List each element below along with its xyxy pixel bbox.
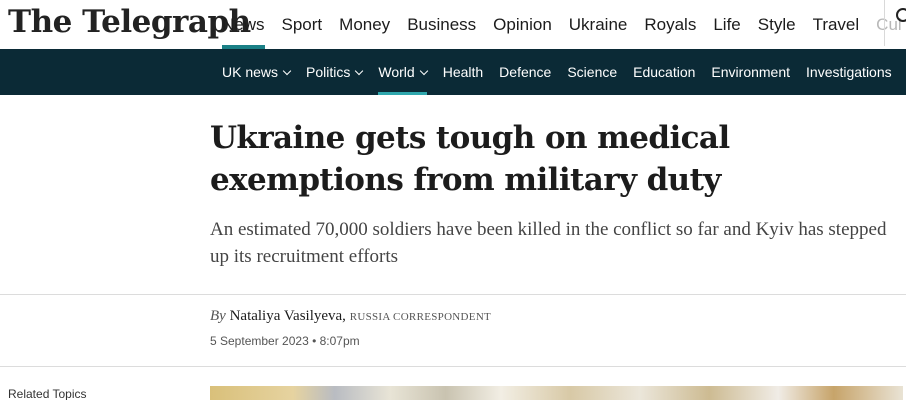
nav-royals[interactable]: Royals xyxy=(644,0,696,49)
nav-culture[interactable]: Cul xyxy=(876,0,902,49)
nav-ukraine[interactable]: Ukraine xyxy=(569,0,628,49)
nav-life[interactable]: Life xyxy=(713,0,740,49)
nav-opinion[interactable]: Opinion xyxy=(493,0,552,49)
nav-travel[interactable]: Travel xyxy=(813,0,860,49)
nav-sport[interactable]: Sport xyxy=(282,0,323,49)
chevron-down-icon xyxy=(355,66,364,76)
telegraph-logo[interactable]: The Telegraph xyxy=(8,4,251,40)
nav-business[interactable]: Business xyxy=(407,0,476,49)
subnav-politics[interactable]: Politics xyxy=(306,49,364,95)
publish-date: 5 September 2023 • 8:07pm xyxy=(210,334,360,348)
related-topics-label: Related Topics xyxy=(8,387,87,400)
divider xyxy=(0,294,906,295)
author-link[interactable]: Nataliya Vasilyeva, xyxy=(230,308,346,324)
search-icon[interactable] xyxy=(896,8,906,22)
divider xyxy=(884,0,885,46)
subnav-world[interactable]: World xyxy=(378,49,428,95)
article-standfirst: An estimated 70,000 soldiers have been k… xyxy=(210,219,887,267)
subnav-investigations[interactable]: Investigations xyxy=(806,49,892,95)
byline-prefix: By xyxy=(210,308,226,324)
nav-news[interactable]: News xyxy=(222,0,265,49)
chevron-down-icon xyxy=(282,66,292,76)
primary-nav: News Sport Money Business Opinion Ukrain… xyxy=(222,0,906,49)
subnav-label: UK news xyxy=(222,64,279,80)
subnav-defence[interactable]: Defence xyxy=(499,49,551,95)
nav-style[interactable]: Style xyxy=(758,0,796,49)
secondary-nav: UK news Politics World Health Defence Sc… xyxy=(0,49,906,95)
subnav-label: World xyxy=(378,64,415,80)
author-role: RUSSIA CORRESPONDENT xyxy=(349,311,492,323)
subnav-health[interactable]: Health xyxy=(443,49,483,95)
chevron-down-icon xyxy=(419,66,428,76)
subnav-science[interactable]: Science xyxy=(567,49,617,95)
subnav-label: Politics xyxy=(306,64,351,80)
subnav-uk-news[interactable]: UK news xyxy=(222,49,292,95)
hero-image xyxy=(210,386,903,400)
top-bar: The Telegraph News Sport Money Business … xyxy=(0,0,906,49)
subnav-education[interactable]: Education xyxy=(633,49,695,95)
byline: By Nataliya Vasilyeva, RUSSIA CORRESPOND… xyxy=(210,308,491,325)
article-headline: Ukraine gets tough on medical exemptions… xyxy=(210,120,730,198)
divider xyxy=(0,366,906,367)
subnav-environment[interactable]: Environment xyxy=(711,49,790,95)
nav-money[interactable]: Money xyxy=(339,0,390,49)
